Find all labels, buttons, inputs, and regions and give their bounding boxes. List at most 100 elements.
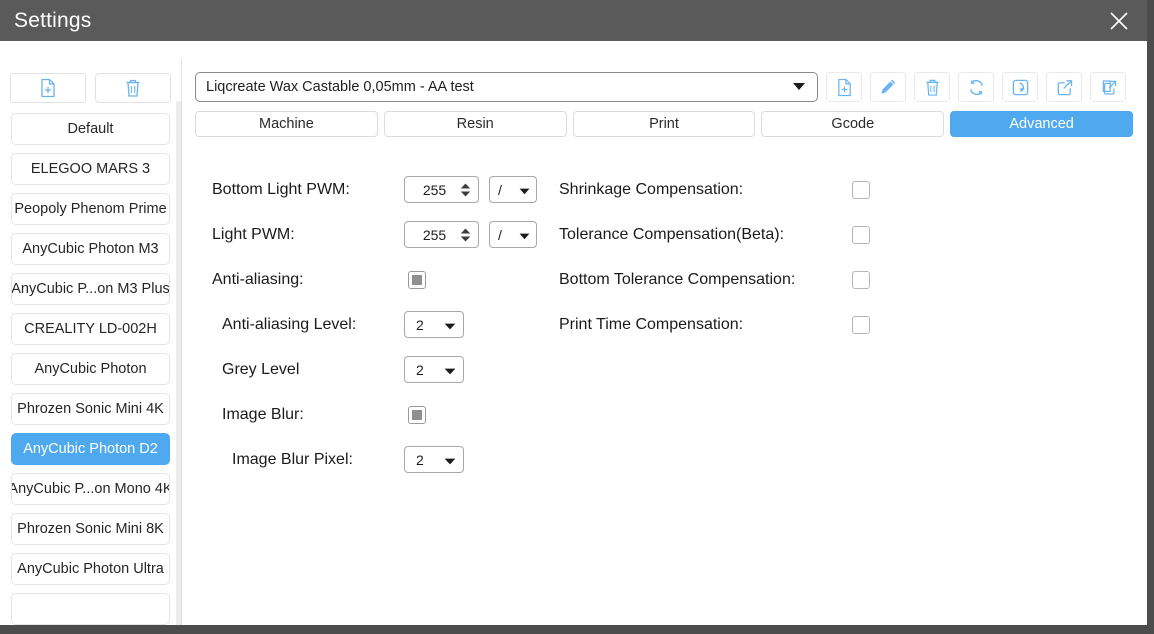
light-pwm-label: Light PWM: [212, 225, 295, 243]
sidebar-toolbar [0, 41, 181, 103]
field-bottom-tolerance-compensation: Bottom Tolerance Compensation: [559, 257, 1079, 302]
bottom-light-pwm-unit-select[interactable]: / [489, 176, 537, 203]
image-blur-pixel-label: Image Blur Pixel: [232, 450, 353, 468]
title-bar: Settings [0, 0, 1147, 41]
stepper-arrows-icon[interactable] [460, 183, 471, 197]
profile-select-value: Liqcreate Wax Castable 0,05mm - AA test [206, 79, 474, 95]
image-blur-pixel-select[interactable]: 2 [404, 446, 464, 473]
duplicate-profile-button[interactable] [1090, 72, 1126, 102]
stepper-arrows-icon[interactable] [460, 228, 471, 242]
profile-item[interactable]: AnyCubic Photon Ultra [11, 553, 170, 585]
field-grey-level: Grey Level 2 [212, 347, 547, 392]
import-icon [1012, 79, 1028, 95]
field-image-blur: Image Blur: [212, 392, 547, 437]
reset-profile-button[interactable] [958, 72, 994, 102]
refresh-icon [969, 79, 983, 95]
grey-level-select[interactable]: 2 [404, 356, 464, 383]
bottom-light-pwm-stepper[interactable]: 255 [404, 176, 479, 203]
profile-item[interactable]: Default [11, 113, 170, 145]
profile-item[interactable] [11, 593, 170, 625]
profile-list: Default ELEGOO MARS 3 Peopoly Phenom Pri… [0, 103, 181, 625]
settings-main-panel: Liqcreate Wax Castable 0,05mm - AA test [190, 41, 1147, 625]
field-bottom-light-pwm: Bottom Light PWM: 255 / [212, 167, 547, 212]
tab-print[interactable]: Print [572, 111, 756, 137]
profile-item[interactable]: Peopoly Phenom Prime [11, 193, 170, 225]
tab-advanced[interactable]: Advanced [950, 111, 1133, 137]
anti-aliasing-level-select[interactable]: 2 [404, 311, 464, 338]
duplicate-export-icon [1102, 79, 1116, 95]
import-profile-button[interactable] [1002, 72, 1038, 102]
shrinkage-compensation-checkbox[interactable] [852, 180, 870, 199]
field-tolerance-compensation: Tolerance Compensation(Beta): [559, 212, 1079, 257]
profile-select[interactable]: Liqcreate Wax Castable 0,05mm - AA test [195, 72, 818, 102]
bottom-light-pwm-unit-value: / [498, 181, 502, 198]
field-anti-aliasing: Anti-aliasing: [212, 257, 547, 302]
tab-resin[interactable]: Resin [383, 111, 567, 137]
tolerance-compensation-label: Tolerance Compensation(Beta): [559, 225, 785, 243]
anti-aliasing-checkbox[interactable] [408, 270, 426, 289]
profile-toolbar: Liqcreate Wax Castable 0,05mm - AA test [190, 41, 1147, 102]
bottom-tolerance-compensation-checkbox[interactable] [852, 270, 870, 289]
profile-item[interactable]: Phrozen Sonic Mini 4K [11, 393, 170, 425]
trash-icon [126, 79, 140, 97]
profile-item-selected[interactable]: AnyCubic Photon D2 [11, 433, 170, 465]
profile-item[interactable]: AnyCubic P...on M3 Plus [11, 273, 170, 305]
profiles-sidebar: Default ELEGOO MARS 3 Peopoly Phenom Pri… [0, 41, 181, 625]
print-time-compensation-label: Print Time Compensation: [559, 315, 744, 333]
delete-profile-button[interactable] [914, 72, 950, 102]
field-image-blur-pixel: Image Blur Pixel: 2 [212, 437, 547, 482]
profile-item[interactable]: Phrozen Sonic Mini 8K [11, 513, 170, 545]
export-profile-button[interactable] [1046, 72, 1082, 102]
export-icon [1057, 79, 1072, 95]
image-blur-pixel-value: 2 [416, 451, 424, 468]
file-plus-icon [41, 78, 55, 98]
page-title: Settings [14, 8, 92, 32]
bottom-light-pwm-label: Bottom Light PWM: [212, 180, 350, 198]
pencil-icon [881, 79, 896, 94]
chevron-down-icon [444, 452, 456, 468]
new-profile-button[interactable] [826, 72, 862, 102]
chevron-down-icon [792, 79, 806, 95]
anti-aliasing-label: Anti-aliasing: [212, 270, 304, 288]
tolerance-compensation-checkbox[interactable] [852, 225, 870, 244]
close-icon [1110, 11, 1128, 30]
anti-aliasing-level-value: 2 [416, 316, 424, 333]
profile-item[interactable]: ELEGOO MARS 3 [11, 153, 170, 185]
field-anti-aliasing-level: Anti-aliasing Level: 2 [212, 302, 547, 347]
chevron-down-icon [444, 362, 456, 378]
file-plus-icon [837, 78, 851, 96]
shrinkage-compensation-label: Shrinkage Compensation: [559, 180, 744, 198]
profile-item[interactable]: AnyCubic Photon M3 [11, 233, 170, 265]
bottom-tolerance-compensation-label: Bottom Tolerance Compensation: [559, 270, 796, 288]
tab-machine[interactable]: Machine [195, 111, 378, 137]
form-column-left: Bottom Light PWM: 255 / Light PWM: 255 /… [212, 167, 547, 482]
profile-item[interactable]: AnyCubic Photon [11, 353, 170, 385]
profile-item[interactable]: CREALITY LD-002H [11, 313, 170, 345]
light-pwm-unit-select[interactable]: / [489, 221, 537, 248]
close-button[interactable] [1091, 0, 1147, 41]
tab-gcode[interactable]: Gcode [761, 111, 945, 137]
profile-item[interactable]: AnyCubic P...on Mono 4K [11, 473, 170, 505]
settings-window: Settings Default ELEGOO MARS 3 Peopoly P… [0, 0, 1154, 634]
chevron-down-icon [519, 227, 530, 243]
grey-level-label: Grey Level [222, 360, 300, 378]
settings-tabs: Machine Resin Print Gcode Advanced [190, 102, 1147, 137]
form-column-right: Shrinkage Compensation: Tolerance Compen… [559, 167, 1079, 347]
sidebar-divider [181, 59, 182, 625]
light-pwm-unit-value: / [498, 226, 502, 243]
grey-level-value: 2 [416, 361, 424, 378]
field-print-time-compensation: Print Time Compensation: [559, 302, 1079, 347]
image-blur-label: Image Blur: [222, 405, 304, 423]
chevron-down-icon [444, 317, 456, 333]
window-body: Default ELEGOO MARS 3 Peopoly Phenom Pri… [0, 41, 1147, 625]
edit-profile-button[interactable] [870, 72, 906, 102]
add-profile-button[interactable] [10, 73, 86, 103]
print-time-compensation-checkbox[interactable] [852, 315, 870, 334]
light-pwm-stepper[interactable]: 255 [404, 221, 479, 248]
field-light-pwm: Light PWM: 255 / [212, 212, 547, 257]
trash-icon [925, 79, 939, 96]
delete-profile-button[interactable] [95, 73, 171, 103]
field-shrinkage-compensation: Shrinkage Compensation: [559, 167, 1079, 212]
chevron-down-icon [519, 182, 530, 198]
image-blur-checkbox[interactable] [408, 405, 426, 424]
